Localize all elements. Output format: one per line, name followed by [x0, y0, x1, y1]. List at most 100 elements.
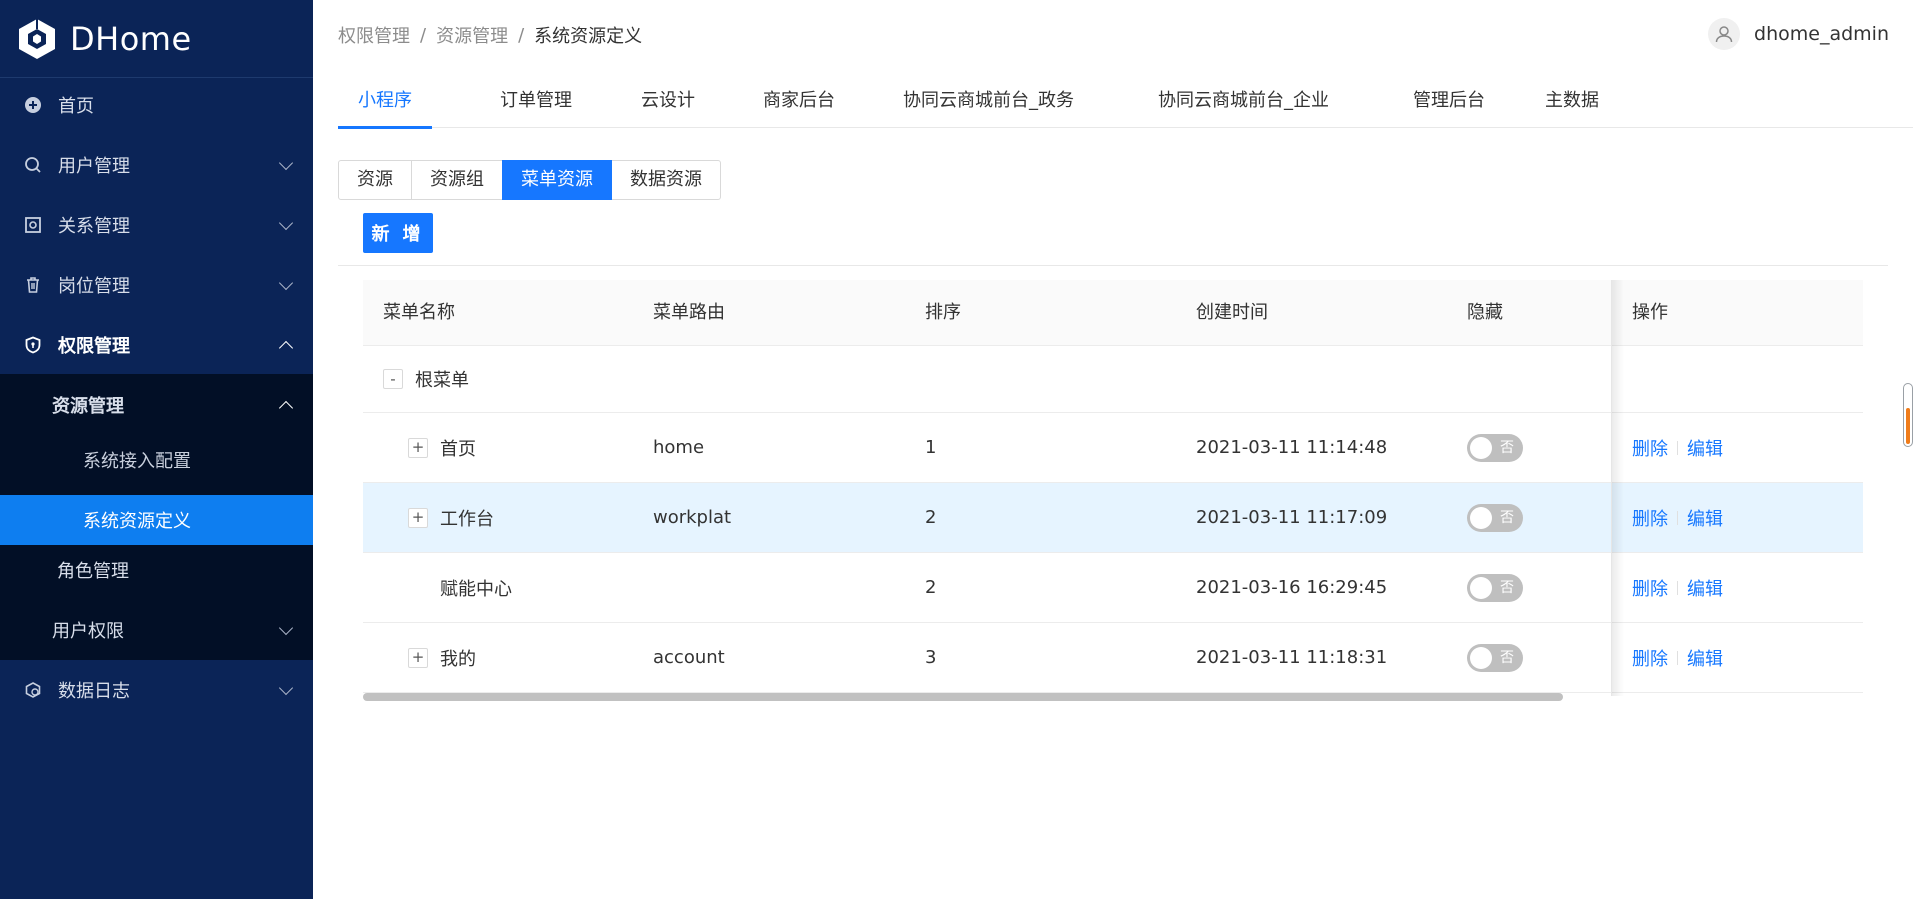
shield-icon — [22, 334, 44, 356]
action-separator — [1677, 650, 1678, 665]
actions-cell: 删除 编辑 — [1632, 553, 1723, 622]
chevron-down-icon — [278, 680, 294, 696]
hidden-toggle[interactable]: 否 — [1467, 503, 1523, 532]
segment-resource-group[interactable]: 资源组 — [411, 160, 503, 200]
sidebar-item-label: 岗位管理 — [58, 276, 130, 297]
menu-route: workplat — [653, 507, 732, 528]
sidebar-item-resource-management[interactable]: 资源管理 — [0, 375, 313, 435]
actions-cell: 删除 编辑 — [1632, 623, 1723, 692]
column-header-menu-name: 菜单名称 — [383, 302, 455, 323]
sidebar-item-label: 系统接入配置 — [83, 451, 191, 472]
menu-name: 赋能中心 — [440, 578, 512, 600]
sort-value: 3 — [925, 647, 937, 668]
delete-link[interactable]: 删除 — [1632, 575, 1668, 601]
tab-admin-backend[interactable]: 管理后台 — [1393, 78, 1505, 128]
edit-link[interactable]: 编辑 — [1687, 575, 1723, 601]
table-row: + 我的 account 3 2021-03-11 11:18:31 否 删除 … — [363, 623, 1863, 693]
toggle-knob — [1470, 576, 1492, 599]
edit-link[interactable]: 编辑 — [1687, 645, 1723, 671]
menu-name: 我的 — [440, 648, 476, 670]
tab-master-data[interactable]: 主数据 — [1525, 78, 1619, 128]
breadcrumb-item[interactable]: 权限管理 — [338, 22, 410, 48]
hidden-toggle[interactable]: 否 — [1467, 643, 1523, 672]
sidebar: DHome 首页 用户管理 关系管理 岗位管理 权限管理 资源管理 系统接入配置… — [0, 0, 313, 899]
sidebar-item-role-management[interactable]: 角色管理 — [0, 540, 313, 600]
breadcrumb-current: 系统资源定义 — [534, 26, 643, 47]
sort-value: 2 — [925, 507, 937, 528]
app-tabs: 小程序 订单管理 云设计 商家后台 协同云商城前台_政务 协同云商城前台_企业 … — [338, 78, 1913, 129]
add-button[interactable]: 新 增 — [363, 213, 433, 253]
created-time: 2021-03-11 11:14:48 — [1196, 437, 1388, 458]
edit-link[interactable]: 编辑 — [1687, 435, 1723, 461]
tab-mini-program[interactable]: 小程序 — [338, 78, 432, 129]
expand-toggle[interactable]: + — [408, 507, 428, 528]
sidebar-item-relation-management[interactable]: 关系管理 — [0, 195, 313, 255]
collapse-toggle[interactable]: - — [383, 369, 403, 389]
logo[interactable]: DHome — [0, 0, 313, 78]
delete-link[interactable]: 删除 — [1632, 505, 1668, 531]
divider — [338, 265, 1888, 266]
sidebar-item-permission-management[interactable]: 权限管理 — [0, 315, 313, 375]
expand-toggle[interactable]: + — [408, 437, 428, 458]
hidden-toggle[interactable]: 否 — [1467, 433, 1523, 462]
breadcrumb-item[interactable]: 资源管理 — [436, 22, 508, 48]
tab-merchant-backend[interactable]: 商家后台 — [743, 78, 855, 128]
tab-order-management[interactable]: 订单管理 — [480, 78, 592, 128]
delete-link[interactable]: 删除 — [1632, 645, 1668, 671]
segment-resource[interactable]: 资源 — [338, 160, 412, 200]
toggle-text: 否 — [1500, 649, 1514, 666]
user-name: dhome_admin — [1754, 23, 1889, 45]
sort-value: 2 — [925, 577, 937, 598]
menu-name-cell: + 首页 — [408, 413, 476, 482]
chevron-down-icon — [278, 215, 294, 231]
sidebar-item-label: 数据日志 — [58, 681, 130, 702]
resource-type-switcher: 资源 资源组 菜单资源 数据资源 — [338, 160, 721, 200]
menu-name-cell: - 根菜单 — [383, 346, 469, 412]
toggle-text: 否 — [1500, 509, 1514, 526]
tab-cloud-design[interactable]: 云设计 — [621, 78, 715, 128]
tab-mall-gov[interactable]: 协同云商城前台_政务 — [883, 78, 1094, 128]
column-header-sort: 排序 — [925, 302, 961, 323]
sidebar-item-system-access-config[interactable]: 系统接入配置 — [0, 430, 313, 490]
hidden-cell: 否 — [1467, 623, 1523, 692]
sidebar-item-position-management[interactable]: 岗位管理 — [0, 255, 313, 315]
relation-icon — [22, 214, 44, 236]
action-separator — [1677, 510, 1678, 525]
breadcrumb-separator: / — [420, 24, 427, 46]
menu-name: 根菜单 — [415, 370, 469, 391]
expand-toggle[interactable]: + — [408, 647, 428, 668]
sidebar-item-user-management[interactable]: 用户管理 — [0, 135, 313, 195]
sidebar-item-system-resource-definition[interactable]: 系统资源定义 — [0, 495, 313, 545]
chevron-down-icon — [278, 275, 294, 291]
hidden-cell: 否 — [1467, 413, 1523, 482]
sidebar-item-home[interactable]: 首页 — [0, 75, 313, 135]
created-time: 2021-03-11 11:18:31 — [1196, 647, 1388, 668]
breadcrumb-separator: / — [518, 24, 525, 46]
column-header-created-time: 创建时间 — [1196, 302, 1268, 323]
menu-name-cell: + 我的 — [408, 623, 476, 692]
vertical-scrollbar[interactable] — [1903, 383, 1913, 447]
sort-value: 1 — [925, 437, 937, 458]
scrollbar-thumb[interactable] — [1906, 408, 1910, 444]
created-time: 2021-03-11 11:17:09 — [1196, 507, 1388, 528]
actions-cell: 删除 编辑 — [1632, 413, 1723, 482]
sidebar-item-label: 权限管理 — [58, 336, 130, 357]
search-icon — [22, 154, 44, 176]
segment-data-resource[interactable]: 数据资源 — [611, 160, 721, 200]
sidebar-item-label: 用户权限 — [52, 621, 124, 642]
user-menu[interactable]: dhome_admin — [1708, 18, 1889, 50]
segment-menu-resource[interactable]: 菜单资源 — [502, 160, 612, 200]
sidebar-item-user-permission[interactable]: 用户权限 — [0, 600, 313, 660]
sidebar-item-label: 系统资源定义 — [83, 511, 191, 532]
tab-mall-enterprise[interactable]: 协同云商城前台_企业 — [1138, 78, 1349, 128]
avatar[interactable] — [1708, 18, 1741, 50]
hidden-cell: 否 — [1467, 483, 1523, 552]
toggle-knob — [1470, 646, 1492, 669]
horizontal-scrollbar[interactable] — [363, 693, 1563, 701]
fixed-column-shadow — [1612, 280, 1624, 696]
edit-link[interactable]: 编辑 — [1687, 505, 1723, 531]
sidebar-item-data-log[interactable]: 数据日志 — [0, 660, 313, 720]
delete-link[interactable]: 删除 — [1632, 435, 1668, 461]
menu-name-cell: 赋能中心 — [440, 553, 512, 622]
hidden-toggle[interactable]: 否 — [1467, 573, 1523, 602]
